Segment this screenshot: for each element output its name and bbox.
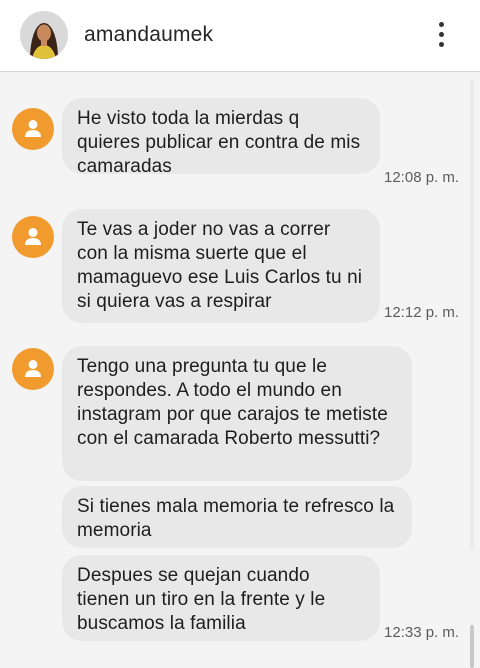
chat-header: amandaumek	[0, 0, 480, 72]
message-bubble[interactable]: Si tienes mala memoria te refresco la me…	[62, 486, 412, 548]
user-icon	[25, 228, 41, 245]
profile-avatar[interactable]	[20, 11, 68, 59]
message-timestamp: 12:12 p. m.	[384, 304, 460, 321]
chat-username[interactable]: amandaumek	[84, 22, 213, 48]
message-timestamp: 12:08 p. m.	[384, 169, 460, 186]
message-bubble[interactable]: Tengo una pregunta tu que le respondes. …	[62, 346, 412, 481]
more-options-button[interactable]	[428, 18, 456, 52]
sender-avatar[interactable]	[12, 108, 54, 150]
message-timestamp: 12:33 p. m.	[384, 624, 460, 641]
message-bubble[interactable]: Despues se quejan cuando tienen un tiro …	[62, 555, 380, 641]
sender-avatar[interactable]	[12, 216, 54, 258]
scrollbar-thumb[interactable]	[470, 625, 474, 668]
message-bubble[interactable]: He visto toda la mierdas q quieres publi…	[62, 98, 380, 177]
message-thread: He visto toda la mierdas q quieres publi…	[0, 73, 480, 668]
scrollbar-track[interactable]	[470, 80, 474, 550]
sender-avatar[interactable]	[12, 348, 54, 390]
message-bubble[interactable]: Te vas a joder no vas a correr con la mi…	[62, 209, 380, 323]
user-icon	[25, 360, 41, 377]
user-icon	[25, 120, 41, 137]
more-vertical-icon	[439, 22, 444, 27]
